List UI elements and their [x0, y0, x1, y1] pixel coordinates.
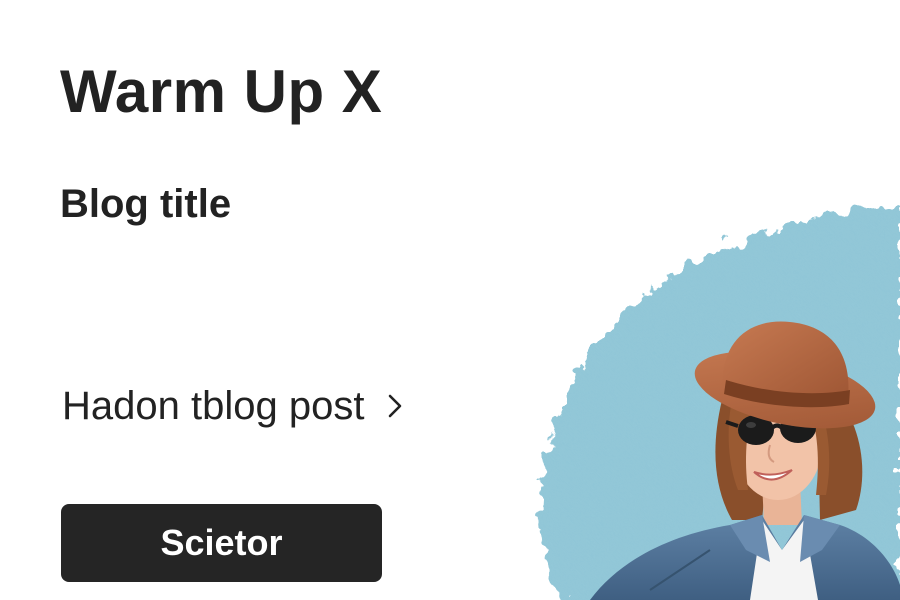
woman-in-hat-illustration — [539, 205, 900, 600]
blog-title: Blog title — [60, 182, 232, 226]
chevron-right-icon — [389, 394, 402, 418]
blog-post-link[interactable]: Hadon tblog post — [62, 386, 404, 426]
action-button[interactable]: Scietor — [61, 504, 382, 582]
blog-page: Warm Up X Blog title Hadon tblog post Sc… — [0, 0, 900, 600]
app-title: Warm Up X — [60, 58, 383, 125]
blog-post-link-label: Hadon tblog post — [62, 384, 365, 428]
